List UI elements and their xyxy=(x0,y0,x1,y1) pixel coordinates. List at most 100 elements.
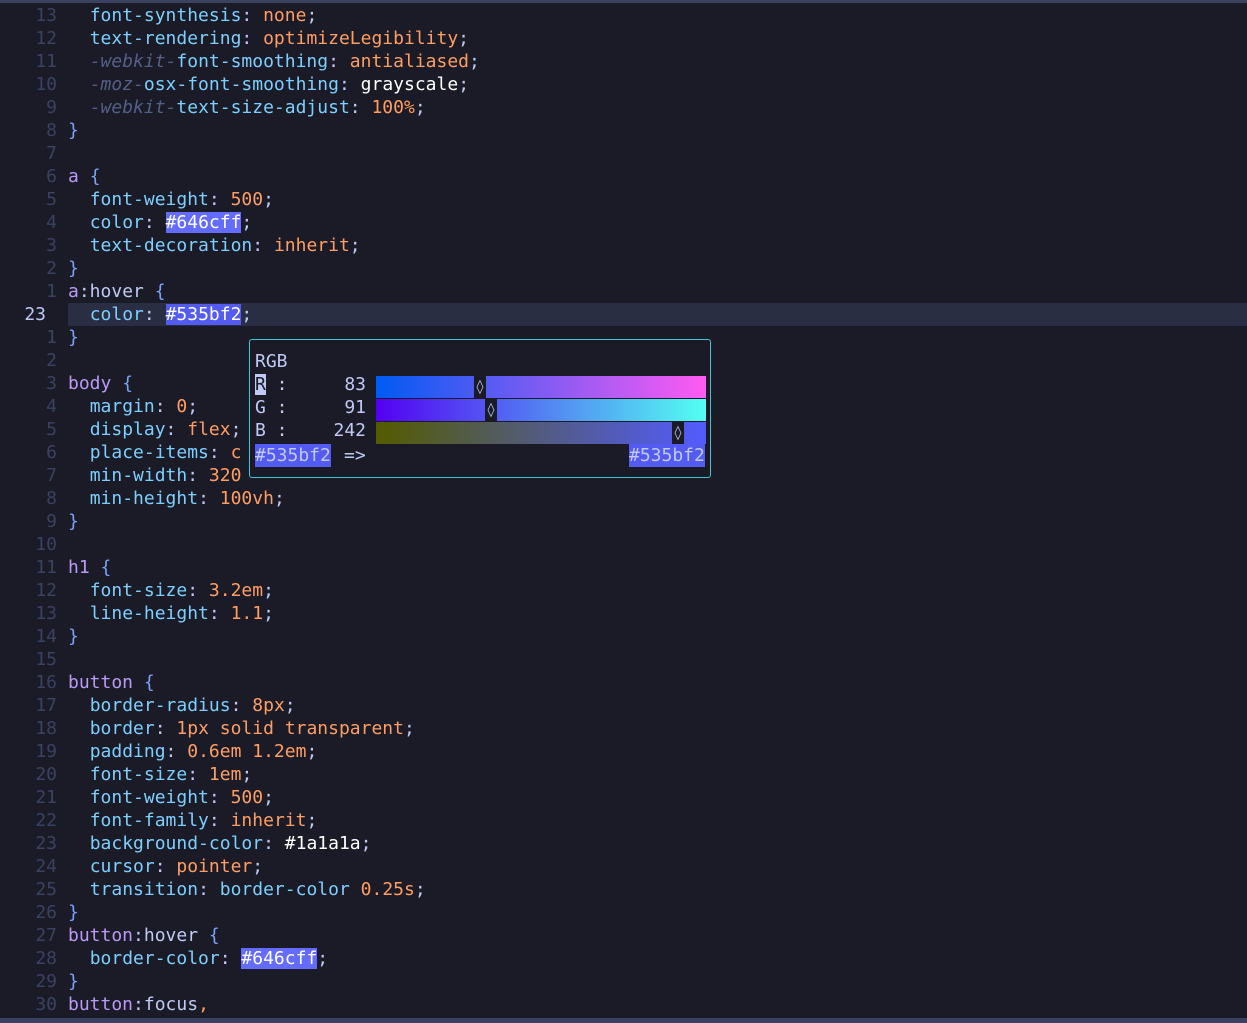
code-text[interactable]: h1 { xyxy=(68,556,111,579)
code-line[interactable]: 1 a:hover { xyxy=(0,280,1247,303)
code-text[interactable]: min-width: 320 xyxy=(68,464,242,487)
code-line[interactable]: 11 -webkit-font-smoothing: antialiased; xyxy=(0,50,1247,73)
line-number: 1 xyxy=(46,281,57,302)
code-text[interactable]: padding: 0.6em 1.2em; xyxy=(68,740,318,763)
code-line[interactable]: 30 button:focus, xyxy=(0,993,1247,1016)
code-text[interactable]: text-rendering: optimizeLegibility; xyxy=(68,27,469,50)
code-text[interactable]: } xyxy=(68,326,79,349)
code-line[interactable]: 17 border-radius: 8px; xyxy=(0,694,1247,717)
code-line[interactable]: 16 button { xyxy=(0,671,1247,694)
code-text[interactable]: font-size: 3.2em; xyxy=(68,579,274,602)
code-text[interactable]: border: 1px solid transparent; xyxy=(68,717,415,740)
code-line[interactable]: 26} xyxy=(0,901,1247,924)
code-text[interactable]: -moz-osx-font-smoothing: grayscale; xyxy=(68,73,469,96)
code-text[interactable]: -webkit-text-size-adjust: 100%; xyxy=(68,96,426,119)
code-text[interactable]: } xyxy=(68,970,79,993)
line-number: 19 xyxy=(35,741,57,762)
code-line[interactable]: 13 line-height: 1.1; xyxy=(0,602,1247,625)
code-text[interactable]: background-color: #1a1a1a; xyxy=(68,832,372,855)
code-text[interactable]: font-family: inherit; xyxy=(68,809,318,832)
red-channel-value[interactable]: 83 xyxy=(328,373,366,396)
code-line[interactable]: 8 min-height: 100vh; xyxy=(0,487,1247,510)
code-text[interactable]: place-items: c xyxy=(68,441,242,464)
code-text[interactable]: a { xyxy=(68,165,101,188)
code-text[interactable]: cursor: pointer; xyxy=(68,855,263,878)
code-text[interactable]: font-size: 1em; xyxy=(68,763,253,786)
code-text[interactable]: border-radius: 8px; xyxy=(68,694,296,717)
code-text[interactable]: button:focus, xyxy=(68,993,209,1016)
code-text[interactable]: transition: border-color 0.25s; xyxy=(68,878,426,901)
code-text[interactable]: border-color: #646cff; xyxy=(68,947,328,970)
code-text[interactable]: font-weight: 500; xyxy=(68,188,274,211)
color-picker-popup[interactable]: RGB R : 83 ◊ G : 91 ◊ B : 242 ◊ #535bf2 … xyxy=(249,339,711,478)
code-line[interactable]: 10 xyxy=(0,533,1247,556)
code-line[interactable]: 10 -moz-osx-font-smoothing: grayscale; xyxy=(0,73,1247,96)
code-line[interactable]: 19 padding: 0.6em 1.2em; xyxy=(0,740,1247,763)
code-text[interactable]: button:hover { xyxy=(68,924,220,947)
code-editor[interactable]: 13 font-synthesis: none; 12 text-renderin… xyxy=(0,0,1247,1023)
green-slider-knob[interactable]: ◊ xyxy=(485,399,497,421)
blue-slider-knob[interactable]: ◊ xyxy=(672,422,684,444)
code-text[interactable]: font-weight: 500; xyxy=(68,786,274,809)
red-slider-knob[interactable]: ◊ xyxy=(474,376,486,398)
line-number: 11 xyxy=(35,557,57,578)
code-line[interactable]: 8} xyxy=(0,119,1247,142)
code-token: ; xyxy=(284,695,296,716)
code-text[interactable]: min-height: 100vh; xyxy=(68,487,285,510)
code-line[interactable]: 6a { xyxy=(0,165,1247,188)
code-text[interactable]: } xyxy=(68,119,79,142)
green-channel-value[interactable]: 91 xyxy=(328,396,366,419)
code-line[interactable]: 4 color: #646cff; xyxy=(0,211,1247,234)
code-token: pointer xyxy=(176,856,253,877)
code-text[interactable]: } xyxy=(68,625,79,648)
code-line[interactable]: 28 border-color: #646cff; xyxy=(0,947,1247,970)
code-line[interactable]: 7 xyxy=(0,142,1247,165)
code-line[interactable]: 27 button:hover { xyxy=(0,924,1247,947)
code-text[interactable]: display: flex; xyxy=(68,418,242,441)
red-channel-slider[interactable]: ◊ xyxy=(376,376,706,398)
code-line[interactable]: 9} xyxy=(0,510,1247,533)
code-line[interactable]: 2} xyxy=(0,257,1247,280)
code-line[interactable]: 23 background-color: #1a1a1a; xyxy=(0,832,1247,855)
code-text[interactable]: text-decoration: inherit; xyxy=(68,234,361,257)
code-text[interactable]: color: #535bf2; xyxy=(68,303,252,326)
code-line[interactable]: 24 cursor: pointer; xyxy=(0,855,1247,878)
blue-channel-slider[interactable]: ◊ xyxy=(376,422,706,444)
code-text[interactable]: } xyxy=(68,901,79,924)
code-text[interactable]: } xyxy=(68,510,79,533)
code-line[interactable]: 13 font-synthesis: none; xyxy=(0,4,1247,27)
code-text[interactable]: margin: 0; xyxy=(68,395,198,418)
code-line[interactable]: 14} xyxy=(0,625,1247,648)
code-text[interactable]: line-height: 1.1; xyxy=(68,602,274,625)
code-text[interactable]: color: #646cff; xyxy=(68,211,252,234)
blue-channel-value[interactable]: 242 xyxy=(328,419,366,442)
code-token: 320 xyxy=(208,465,242,486)
code-line[interactable]: 20 font-size: 1em; xyxy=(0,763,1247,786)
code-line[interactable]: 11 h1 { xyxy=(0,556,1247,579)
code-line[interactable]: 21 font-weight: 500; xyxy=(0,786,1247,809)
code-line[interactable]: 29} xyxy=(0,970,1247,993)
code-line[interactable]: 12 font-size: 3.2em; xyxy=(0,579,1247,602)
code-line[interactable]: 25 transition: border-color 0.25s; xyxy=(0,878,1247,901)
code-token: ; xyxy=(349,235,361,256)
code-line[interactable]: 3 text-decoration: inherit; xyxy=(0,234,1247,257)
code-line[interactable]: 5 font-weight: 500; xyxy=(0,188,1247,211)
code-text[interactable]: button { xyxy=(68,671,155,694)
code-line[interactable]: 12 text-rendering: optimizeLegibility; xyxy=(0,27,1247,50)
green-channel-slider[interactable]: ◊ xyxy=(376,399,706,421)
code-line[interactable]: 15 xyxy=(0,648,1247,671)
code-line[interactable]: 18 border: 1px solid transparent; xyxy=(0,717,1247,740)
code-line[interactable]: 22 font-family: inherit; xyxy=(0,809,1247,832)
code-text[interactable]: -webkit-font-smoothing: antialiased; xyxy=(68,50,480,73)
code-line[interactable]: 9 -webkit-text-size-adjust: 100%; xyxy=(0,96,1247,119)
code-text[interactable]: body { xyxy=(68,372,133,395)
code-text[interactable]: font-synthesis: none; xyxy=(68,4,318,27)
code-text[interactable]: } xyxy=(68,257,79,280)
current-code-line[interactable]: 23 color: #535bf2; xyxy=(24,303,1247,326)
code-text[interactable]: a:hover { xyxy=(68,280,166,303)
